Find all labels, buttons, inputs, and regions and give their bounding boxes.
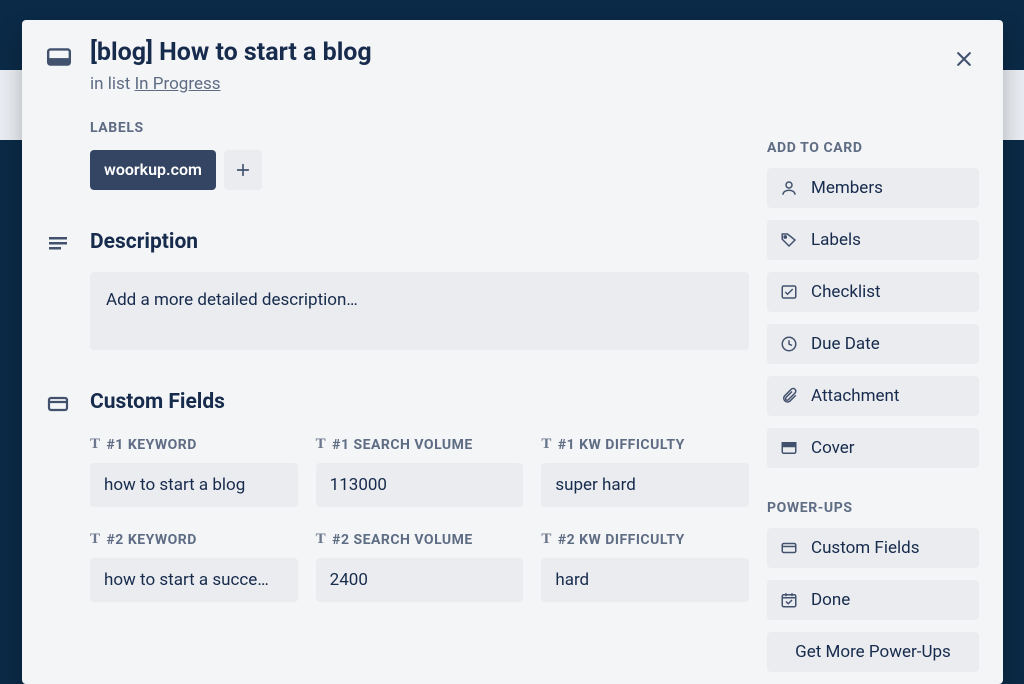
card-modal: [blog] How to start a blog in list In Pr… (22, 20, 1003, 684)
card-title[interactable]: [blog] How to start a blog (90, 38, 749, 68)
sidebar-button-label: Custom Fields (811, 538, 919, 558)
add-to-card-heading: Add to card (767, 140, 979, 156)
custom-field: T#1 KW Difficulty super hard (541, 436, 749, 507)
text-type-icon: T (316, 436, 327, 453)
tag-icon (779, 230, 799, 250)
custom-field: T#1 Search Volume 113000 (316, 436, 524, 507)
cover-icon (779, 438, 799, 458)
text-type-icon: T (541, 436, 552, 453)
card-sidebar: Add to card Members Labels Checklist Due… (767, 38, 979, 684)
in-list-prefix: in list (90, 74, 135, 94)
custom-field: T#2 Keyword how to start a succe… (90, 531, 298, 602)
custom-fields-powerup-button[interactable]: Custom Fields (767, 528, 979, 568)
checklist-icon (779, 282, 799, 302)
custom-field-value[interactable]: how to start a succe… (90, 558, 298, 602)
labels-section: Labels woorkup.com (90, 120, 749, 190)
custom-field-label: T#1 Search Volume (316, 436, 524, 453)
card-icon (46, 38, 72, 94)
sidebar-button-label: Labels (811, 230, 861, 250)
attachment-icon (779, 386, 799, 406)
done-powerup-button[interactable]: Done (767, 580, 979, 620)
custom-field-label: T#2 Search Volume (316, 531, 524, 548)
text-type-icon: T (90, 436, 101, 453)
app-header-bar (0, 0, 1024, 12)
description-heading: Description (90, 230, 198, 256)
custom-field-value[interactable]: hard (541, 558, 749, 602)
labels-heading: Labels (90, 120, 749, 136)
description-input[interactable]: Add a more detailed description… (90, 272, 749, 350)
get-more-powerups-button[interactable]: Get More Power-Ups (767, 632, 979, 672)
sidebar-button-label: Attachment (811, 386, 899, 406)
custom-field-label: T#2 Keyword (90, 531, 298, 548)
sidebar-button-label: Get More Power-Ups (795, 642, 951, 662)
card-list-location: in list In Progress (90, 74, 749, 94)
plus-icon (235, 162, 251, 178)
window-icon (46, 44, 72, 70)
close-button[interactable] (947, 42, 981, 76)
custom-fields-icon (46, 392, 70, 416)
custom-field: T#2 KW Difficulty hard (541, 531, 749, 602)
custom-field-value[interactable]: 113000 (316, 463, 524, 507)
description-section-header: Description (46, 230, 749, 256)
checklist-button[interactable]: Checklist (767, 272, 979, 312)
text-type-icon: T (541, 531, 552, 548)
custom-fields-heading: Custom Fields (90, 390, 225, 416)
custom-fields-section-header: Custom Fields (46, 390, 749, 416)
sidebar-button-label: Members (811, 178, 883, 198)
custom-fields-icon (779, 538, 799, 558)
sidebar-button-label: Due Date (811, 334, 880, 354)
sidebar-button-label: Done (811, 590, 850, 610)
add-label-button[interactable] (224, 150, 262, 190)
text-type-icon: T (316, 531, 327, 548)
custom-field-value[interactable]: how to start a blog (90, 463, 298, 507)
members-button[interactable]: Members (767, 168, 979, 208)
powerups-heading: Power-Ups (767, 500, 979, 516)
labels-button[interactable]: Labels (767, 220, 979, 260)
custom-field: T#1 Keyword how to start a blog (90, 436, 298, 507)
sidebar-button-label: Cover (811, 438, 855, 458)
close-icon (954, 49, 974, 69)
attachment-button[interactable]: Attachment (767, 376, 979, 416)
user-icon (779, 178, 799, 198)
clock-icon (779, 334, 799, 354)
custom-field-value[interactable]: 2400 (316, 558, 524, 602)
description-icon (46, 232, 70, 256)
due-date-button[interactable]: Due Date (767, 324, 979, 364)
list-link[interactable]: In Progress (135, 74, 221, 94)
custom-field-label: T#1 KW Difficulty (541, 436, 749, 453)
calendar-check-icon (779, 590, 799, 610)
custom-field: T#2 Search Volume 2400 (316, 531, 524, 602)
custom-field-value[interactable]: super hard (541, 463, 749, 507)
card-header: [blog] How to start a blog in list In Pr… (46, 38, 749, 94)
custom-field-label: T#1 Keyword (90, 436, 298, 453)
custom-fields-grid: T#1 Keyword how to start a blog T#1 Sear… (90, 436, 749, 602)
text-type-icon: T (90, 531, 101, 548)
sidebar-button-label: Checklist (811, 282, 881, 302)
cover-button[interactable]: Cover (767, 428, 979, 468)
card-main: [blog] How to start a blog in list In Pr… (46, 38, 749, 684)
custom-field-label: T#2 KW Difficulty (541, 531, 749, 548)
label-chip[interactable]: woorkup.com (90, 150, 216, 190)
